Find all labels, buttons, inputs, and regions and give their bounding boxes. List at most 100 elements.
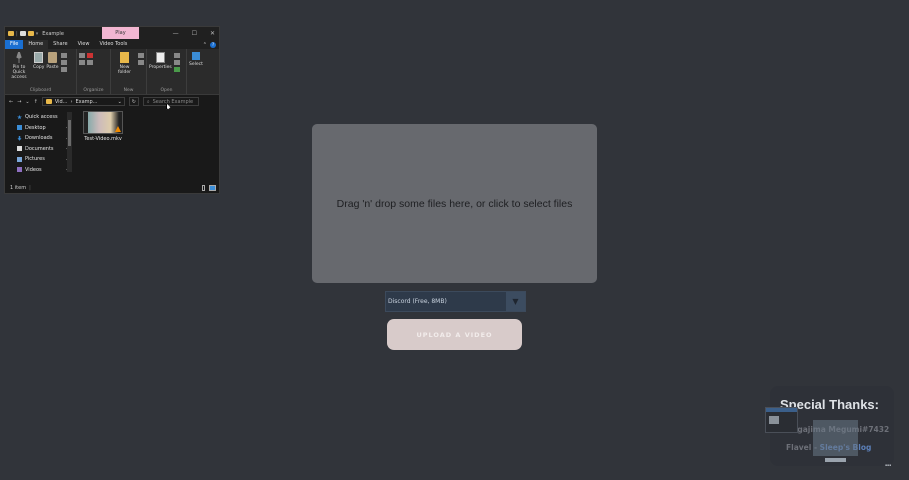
collapse-ribbon-icon[interactable]: ⌃ xyxy=(203,42,207,48)
search-icon: ⌕ xyxy=(146,98,150,105)
select-button[interactable]: Select xyxy=(189,52,203,67)
ribbon: Pin to Quick access Copy Paste Clipboard xyxy=(5,49,219,95)
breadcrumb-example[interactable]: Examp... xyxy=(75,99,97,105)
file-item[interactable]: Test-Video.mkv xyxy=(83,111,123,142)
paste-icon xyxy=(48,52,57,63)
nav-item-desktop[interactable]: Desktop ✦ xyxy=(5,123,75,134)
new-group-label: New xyxy=(123,88,134,93)
file-list: Test-Video.mkv xyxy=(75,108,219,172)
history-icon[interactable] xyxy=(173,67,180,72)
vlc-icon xyxy=(115,126,121,132)
breadcrumb-separator-icon: › xyxy=(70,98,73,105)
select-icon xyxy=(191,52,200,60)
minimize-icon[interactable]: — xyxy=(173,30,179,37)
maximize-icon[interactable]: ☐ xyxy=(192,30,197,37)
chevron-down-icon[interactable]: ▾ xyxy=(36,31,39,37)
nav-item-quick-access[interactable]: Quick access xyxy=(5,112,75,123)
address-dropdown-icon[interactable]: ⌄ xyxy=(118,99,124,105)
select-label: Select xyxy=(189,62,203,67)
search-input[interactable]: ⌕ Search Example xyxy=(142,97,199,106)
quick-access-toolbar: | ▾ xyxy=(8,31,38,37)
properties-label: Properties xyxy=(149,65,172,70)
folder-icon xyxy=(45,99,52,104)
tab-file[interactable]: File xyxy=(5,40,24,49)
open-group-label: Open xyxy=(160,88,173,93)
address-bar[interactable]: Vid... › Examp... ⌄ xyxy=(41,97,125,106)
properties-button[interactable]: Properties xyxy=(149,52,172,70)
large-icons-view-icon[interactable] xyxy=(209,184,216,191)
rename-icon[interactable] xyxy=(87,60,93,65)
separator-icon: | xyxy=(16,30,18,37)
nav-item-videos[interactable]: Videos ✦ xyxy=(5,165,75,176)
file-explorer-window: | ▾ Example Play — ☐ ✕ File Home Share V… xyxy=(4,26,220,194)
nav-item-documents[interactable]: Documents ✦ xyxy=(5,144,75,155)
ribbon-group-open: Properties Open xyxy=(147,49,187,94)
easy-access-icon[interactable] xyxy=(138,60,144,65)
pin-icon xyxy=(16,52,22,63)
paste-label: Paste xyxy=(46,65,59,70)
copy-path-icon[interactable] xyxy=(60,60,67,65)
tab-play[interactable]: Play xyxy=(102,27,139,39)
target-size-select[interactable]: Discord (Free, 8MB) ▼ xyxy=(385,291,526,312)
nav-item-label: Documents xyxy=(25,145,54,152)
desktop-icon xyxy=(17,125,22,131)
copy-to-icon[interactable] xyxy=(79,60,85,65)
search-placeholder: Search Example xyxy=(152,98,194,105)
pictures-icon xyxy=(17,156,22,162)
file-dropzone[interactable]: Drag 'n' drop some files here, or click … xyxy=(312,124,597,283)
new-folder-label: New folder xyxy=(117,65,132,75)
tab-home[interactable]: Home xyxy=(23,40,49,49)
scrollbar-thumb[interactable] xyxy=(68,120,71,146)
folder-icon xyxy=(8,31,14,36)
dropdown-arrow-icon[interactable]: ▼ xyxy=(506,292,525,311)
nav-item-pictures[interactable]: Pictures ✦ xyxy=(5,154,75,165)
new-folder-button[interactable]: New folder xyxy=(113,52,136,75)
status-bar: 1 item | xyxy=(5,182,219,193)
copy-button[interactable]: Copy xyxy=(33,52,44,70)
nav-item-label: Downloads xyxy=(25,135,53,142)
cut-icon[interactable] xyxy=(60,53,67,58)
download-icon xyxy=(17,135,22,141)
paste-button[interactable]: Paste xyxy=(46,52,59,70)
new-item-icon[interactable] xyxy=(138,53,144,58)
screenshot-preview xyxy=(765,407,798,433)
image-frame xyxy=(813,420,858,462)
clipboard-group-label: Clipboard xyxy=(29,88,52,93)
help-icon[interactable]: ? xyxy=(210,41,216,48)
preview-thumbnail xyxy=(769,416,779,424)
recent-locations-icon[interactable]: ⌄ xyxy=(25,99,29,105)
tab-video-tools[interactable]: Video Tools xyxy=(94,40,132,49)
pin-to-quick-access-button[interactable]: Pin to Quick access xyxy=(7,52,31,80)
delete-icon[interactable] xyxy=(87,53,93,58)
close-icon[interactable]: ✕ xyxy=(210,30,215,37)
tab-view[interactable]: View xyxy=(73,40,95,49)
properties-icon[interactable] xyxy=(19,31,26,36)
details-view-icon[interactable] xyxy=(202,184,205,191)
move-to-icon[interactable] xyxy=(79,53,85,58)
breadcrumb-videos[interactable]: Vid... xyxy=(55,99,68,105)
nav-item-downloads[interactable]: Downloads ✦ xyxy=(5,133,75,144)
dropzone-text: Drag 'n' drop some files here, or click … xyxy=(336,197,573,210)
documents-icon xyxy=(17,146,22,152)
videos-icon xyxy=(17,167,22,173)
copy-label: Copy xyxy=(33,65,45,70)
upload-video-button[interactable]: UPLOAD A VIDEO xyxy=(387,319,522,350)
new-folder-icon[interactable] xyxy=(27,31,34,36)
edit-icon[interactable] xyxy=(173,60,180,65)
forward-icon[interactable]: → xyxy=(17,99,21,105)
open-icon[interactable] xyxy=(173,53,180,58)
back-icon[interactable]: ← xyxy=(9,99,13,105)
up-icon[interactable]: ↑ xyxy=(34,99,38,105)
status-separator: | xyxy=(29,184,31,191)
ribbon-group-clipboard: Pin to Quick access Copy Paste Clipboard xyxy=(5,49,77,94)
corner-watermark: ▪▪▪ xyxy=(885,463,892,467)
nav-item-label: Quick access xyxy=(25,114,58,121)
tab-share[interactable]: Share xyxy=(48,40,72,49)
ribbon-group-organize: Organize xyxy=(77,49,111,94)
item-count: 1 item xyxy=(10,184,27,191)
refresh-button[interactable]: ↻ xyxy=(128,97,139,106)
navigation-pane: Quick access Desktop ✦ Downloads ✦ Docum… xyxy=(5,108,75,173)
nav-scrollbar[interactable] xyxy=(67,112,72,172)
paste-shortcut-icon[interactable] xyxy=(60,67,67,72)
frame-handle[interactable] xyxy=(825,458,846,462)
